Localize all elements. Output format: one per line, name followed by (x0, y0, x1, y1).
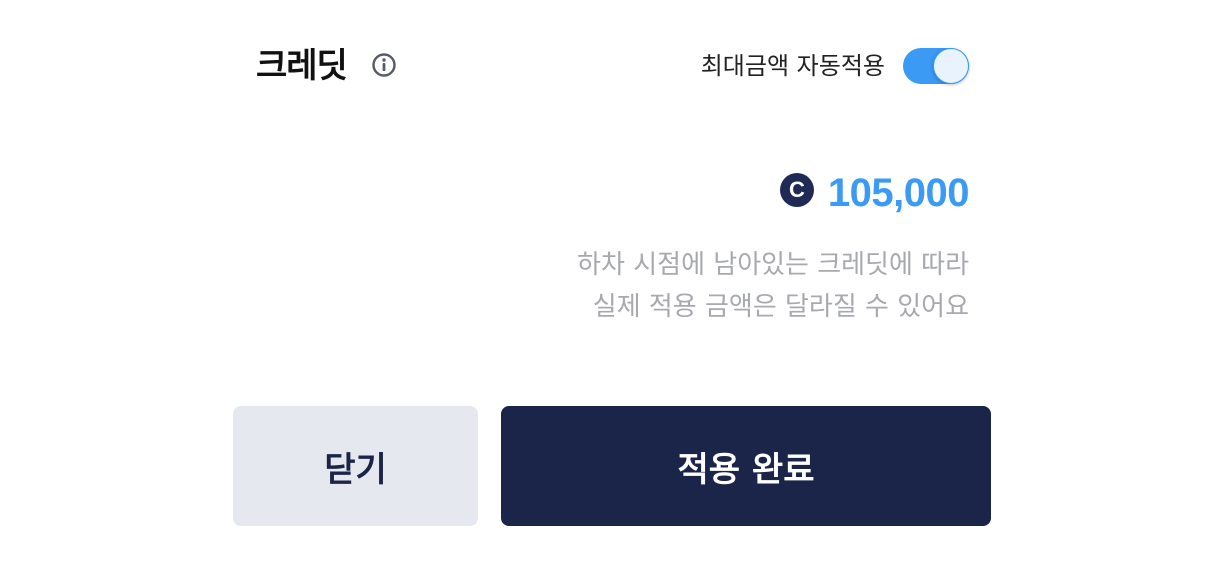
toggle-knob (933, 48, 969, 84)
auto-apply-label: 최대금액 자동적용 (700, 52, 885, 80)
sheet-title: 크레딧 (256, 46, 348, 86)
close-button[interactable]: 닫기 (233, 406, 478, 526)
apply-complete-button[interactable]: 적용 완료 (501, 406, 991, 526)
credit-amount-row: C 105,000 (779, 168, 970, 218)
notice-line-1: 하차 시점에 남아있는 크레딧에 따라 (577, 250, 969, 280)
auto-apply-toggle[interactable] (903, 48, 969, 84)
credit-coin-icon: C (779, 173, 814, 207)
info-icon[interactable] (371, 52, 397, 78)
credit-amount: 105,000 (827, 170, 970, 215)
credit-notice: 하차 시점에 남아있는 크레딧에 따라 실제 적용 금액은 달라질 수 있어요 (577, 244, 969, 328)
notice-line-2: 실제 적용 금액은 달라질 수 있어요 (592, 292, 969, 322)
